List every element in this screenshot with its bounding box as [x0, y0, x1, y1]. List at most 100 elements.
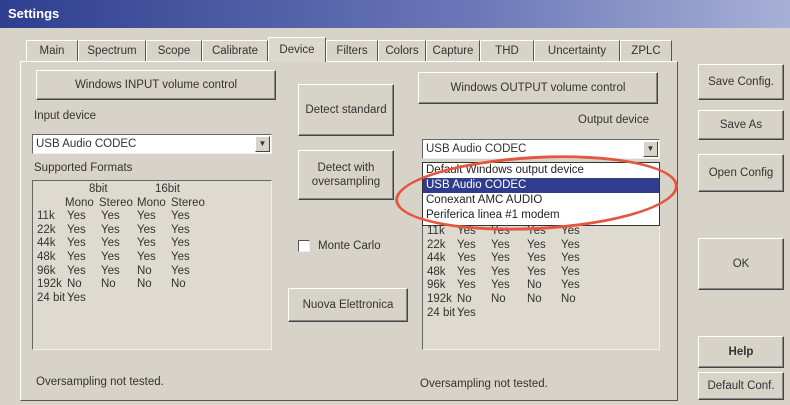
support-cell: Yes [101, 210, 120, 223]
support-cell: Yes [137, 210, 156, 223]
support-cell: Yes [101, 223, 120, 236]
support-cell: No [527, 279, 542, 292]
sample-rate-cell: 48k [427, 265, 446, 278]
support-cell: Yes [457, 252, 476, 265]
sample-rate-cell: 22k [427, 238, 446, 251]
tab-filters[interactable]: Filters [326, 40, 378, 61]
support-cell: Yes [491, 252, 510, 265]
chevron-down-icon[interactable]: ▼ [255, 136, 270, 152]
save-as-button[interactable]: Save As [698, 110, 784, 140]
header-16bit: 16bit [155, 183, 180, 195]
support-cell: No [67, 278, 82, 291]
support-cell: Yes [171, 223, 190, 236]
support-cell: Yes [137, 250, 156, 263]
support-cell: Yes [67, 264, 86, 277]
header-mono: Mono [137, 196, 166, 209]
support-cell: No [491, 292, 506, 305]
chevron-down-icon[interactable]: ▼ [643, 141, 658, 157]
open-config-button[interactable]: Open Config [698, 154, 784, 192]
help-button[interactable]: Help [698, 336, 784, 368]
output-device-value: USB Audio CODEC [426, 143, 527, 155]
support-cell: Yes [491, 279, 510, 292]
support-cell: Yes [67, 291, 86, 304]
sample-rate-cell: 192k [427, 292, 452, 305]
tab-zplc[interactable]: ZPLC [620, 40, 672, 61]
sample-rate-cell: 96k [37, 264, 56, 277]
sample-rate-cell: 44k [427, 252, 446, 265]
support-cell: Yes [67, 250, 86, 263]
support-cell: Yes [561, 238, 580, 251]
output-volume-button[interactable]: Windows OUTPUT volume control [418, 72, 658, 104]
sample-rate-cell: 96k [427, 279, 446, 292]
support-cell: Yes [561, 252, 580, 265]
support-cell: Yes [561, 265, 580, 278]
input-device-value: USB Audio CODEC [36, 138, 137, 150]
ok-button[interactable]: OK [698, 238, 784, 290]
support-cell: Yes [527, 238, 546, 251]
support-cell: Yes [101, 250, 120, 263]
support-cell: Yes [491, 265, 510, 278]
support-cell: Yes [457, 238, 476, 251]
support-cell: Yes [137, 223, 156, 236]
support-cell: Yes [67, 237, 86, 250]
support-cell: Yes [457, 306, 476, 319]
sample-rate-cell: 192k [37, 278, 62, 291]
detect-standard-button[interactable]: Detect standard [298, 84, 394, 136]
tab-spectrum[interactable]: Spectrum [78, 40, 146, 61]
monte-carlo-label: Monte Carlo [318, 240, 381, 252]
tab-colors[interactable]: Colors [378, 40, 426, 61]
tab-thd[interactable]: THD [480, 40, 534, 61]
sample-rate-cell: 22k [37, 223, 56, 236]
window-title: Settings [8, 6, 60, 21]
support-cell: No [137, 264, 152, 277]
tab-scope[interactable]: Scope [146, 40, 202, 61]
support-cell: No [561, 292, 576, 305]
support-cell: Yes [67, 223, 86, 236]
support-cell: Yes [171, 237, 190, 250]
output-oversampling-status: Oversampling not tested. [420, 378, 548, 390]
save-config-button[interactable]: Save Config. [698, 64, 784, 100]
support-cell: Yes [457, 265, 476, 278]
header-stereo: Stereo [171, 196, 205, 209]
support-cell: Yes [67, 210, 86, 223]
support-cell: Yes [171, 250, 190, 263]
output-device-label: Output device [578, 114, 649, 126]
support-cell: Yes [527, 265, 546, 278]
support-cell: Yes [527, 252, 546, 265]
sample-rate-cell: 48k [37, 250, 56, 263]
support-cell: No [527, 292, 542, 305]
support-cell: Yes [171, 210, 190, 223]
default-conf-button[interactable]: Default Conf. [698, 372, 784, 400]
tab-capture[interactable]: Capture [426, 40, 480, 61]
nuova-elettronica-button[interactable]: Nuova Elettronica [288, 288, 408, 322]
support-cell: Yes [457, 279, 476, 292]
support-cell: Yes [561, 279, 580, 292]
tab-uncertainty[interactable]: Uncertainty [534, 40, 620, 61]
header-stereo: Stereo [99, 196, 133, 209]
header-8bit: 8bit [89, 183, 108, 195]
input-device-label: Input device [34, 110, 97, 122]
sample-rate-cell: 11k [37, 210, 55, 223]
support-cell: Yes [137, 237, 156, 250]
title-bar: Settings [0, 0, 790, 28]
input-device-select[interactable]: USB Audio CODEC ▼ [32, 134, 272, 154]
support-cell: No [101, 278, 116, 291]
input-volume-button[interactable]: Windows INPUT volume control [36, 70, 276, 100]
input-formats-box: 8bit 16bit Mono Stereo Mono Stereo 11k Ye… [32, 180, 272, 350]
monte-carlo-checkbox[interactable] [298, 240, 310, 252]
supported-formats-label: Supported Formats [34, 162, 133, 174]
input-oversampling-status: Oversampling not tested. [36, 376, 164, 388]
tab-calibrate[interactable]: Calibrate [202, 40, 268, 61]
tab-main[interactable]: Main [26, 40, 78, 61]
support-cell: No [137, 278, 152, 291]
detect-oversampling-button[interactable]: Detect with oversampling [298, 150, 394, 200]
support-cell: Yes [171, 264, 190, 277]
header-mono: Mono [65, 196, 94, 209]
support-cell: No [457, 292, 472, 305]
support-cell: Yes [101, 237, 120, 250]
sample-rate-cell: 11k [427, 225, 445, 237]
tab-device[interactable]: Device [268, 37, 326, 62]
support-cell: No [171, 278, 186, 291]
sample-rate-cell: 44k [37, 237, 56, 250]
support-cell: Yes [491, 238, 510, 251]
